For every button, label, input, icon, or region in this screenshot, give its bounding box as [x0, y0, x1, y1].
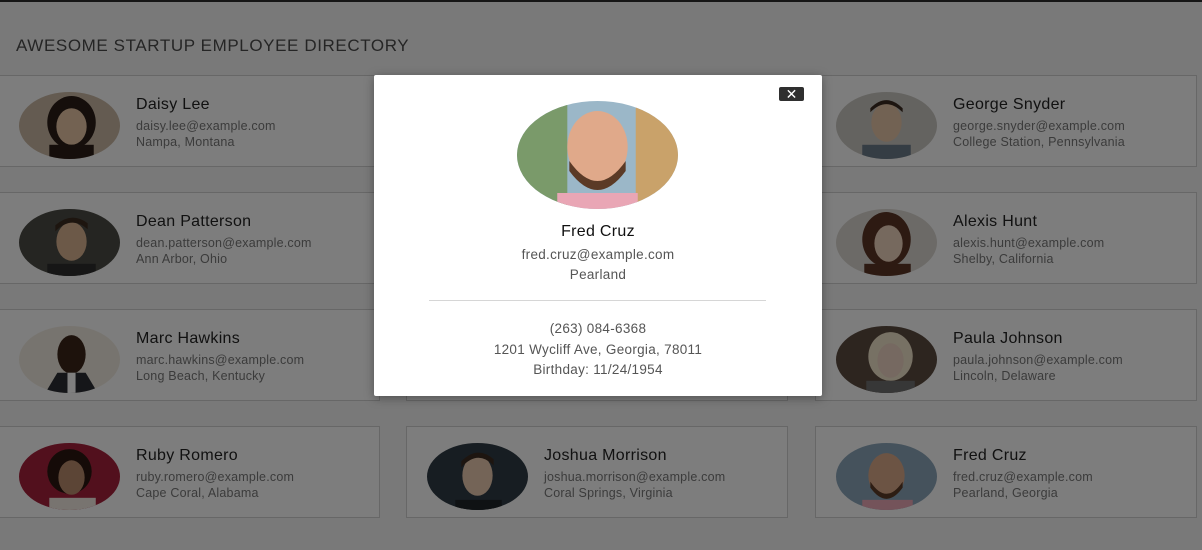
close-button[interactable]: ✕: [779, 87, 804, 101]
modal-birthday: Birthday: 11/24/1954: [533, 362, 663, 377]
modal-name: Fred Cruz: [561, 223, 635, 240]
modal-city: Pearland: [569, 267, 627, 282]
modal-phone: (263) 084-6368: [549, 321, 647, 336]
employee-modal: ✕ Fred Cruz fred.cruz@example.com Pearla…: [374, 75, 822, 396]
modal-divider: [429, 300, 766, 301]
modal-avatar: [517, 101, 678, 209]
modal-email: fred.cruz@example.com: [521, 247, 675, 262]
modal-address: 1201 Wycliff Ave, Georgia, 78011: [493, 342, 703, 357]
